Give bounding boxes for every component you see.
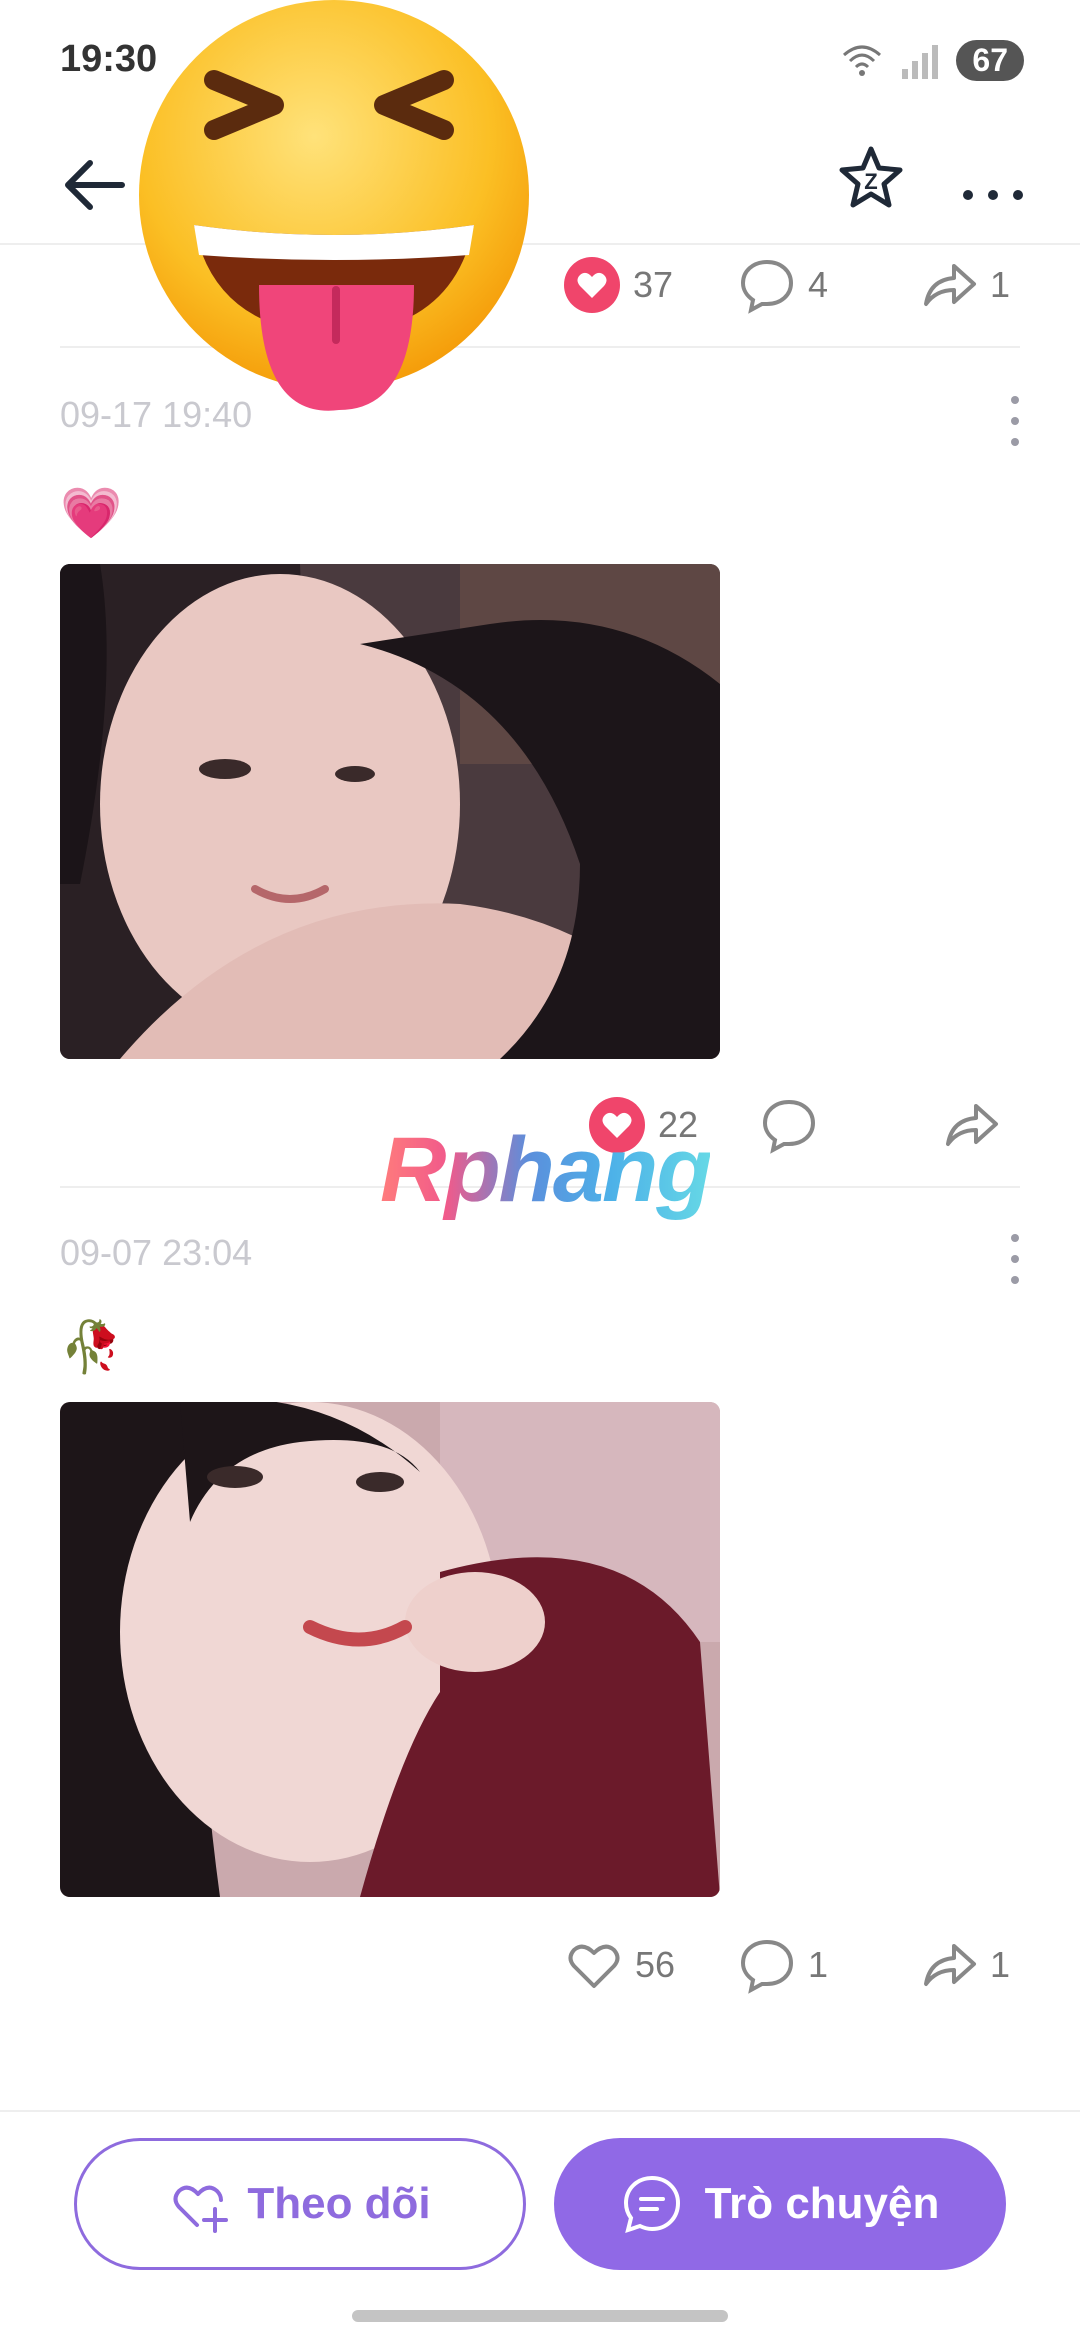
share-button[interactable]: 1 — [920, 240, 1010, 330]
follow-label: Theo dõi — [247, 2179, 431, 2228]
comment-bubble-icon — [740, 259, 794, 314]
post-photo[interactable] — [60, 1402, 720, 1897]
comment-count: 4 — [808, 264, 829, 305]
post-caption-emoji: 🥀 — [60, 1319, 123, 1375]
star-badge-text: Z — [864, 169, 877, 194]
comment-bubble-icon — [740, 1939, 794, 1994]
more-options-icon[interactable] — [958, 149, 1028, 219]
home-indicator[interactable] — [352, 2310, 728, 2322]
comment-bubble-icon — [762, 1099, 816, 1154]
signal-icon — [902, 44, 939, 79]
share-count: 1 — [990, 1944, 1011, 1985]
wifi-icon — [843, 45, 882, 76]
heart-plus-icon — [173, 2185, 229, 2233]
tongue-out-emoji-sticker — [139, 0, 529, 411]
share-button[interactable] — [942, 1080, 1000, 1170]
chat-bubble-icon — [623, 2175, 680, 2234]
bottom-action-bar: Theo dõi Trò chuyện — [0, 2110, 1080, 2340]
star-icon[interactable]: Z — [836, 143, 906, 213]
like-count: 37 — [633, 264, 674, 305]
like-count: 56 — [635, 1944, 676, 1985]
post-photo[interactable] — [60, 564, 720, 1059]
share-arrow-icon — [946, 1104, 998, 1146]
comment-button[interactable] — [760, 1080, 818, 1170]
share-count: 1 — [990, 264, 1011, 305]
status-icons: 67 — [840, 40, 1024, 81]
post-more-options[interactable] — [1000, 396, 1030, 446]
share-arrow-icon — [924, 1944, 976, 1986]
share-arrow-icon — [924, 264, 976, 306]
post-caption-emoji: 💗 — [60, 485, 123, 541]
chat-button[interactable]: Trò chuyện — [554, 2138, 1006, 2270]
heart-outline-icon — [568, 1944, 620, 1988]
battery-indicator: 67 — [956, 40, 1024, 81]
post-date: 09-07 23:04 — [60, 1232, 253, 1273]
share-button[interactable]: 1 — [920, 1920, 1010, 2010]
comment-count: 1 — [808, 1944, 829, 1985]
post-more-options[interactable] — [1000, 1234, 1030, 1284]
selfie-photo-image — [60, 564, 720, 1059]
comment-button[interactable]: 1 — [738, 1920, 828, 2010]
liked-heart-icon — [564, 257, 620, 313]
like-button[interactable]: 37 — [563, 240, 673, 330]
like-button[interactable]: 56 — [565, 1920, 675, 2010]
comment-button[interactable]: 4 — [738, 240, 828, 330]
post-actions: 56 1 1 — [0, 1920, 1080, 2010]
chat-label: Trò chuyện — [704, 2179, 940, 2228]
follow-button[interactable]: Theo dõi — [74, 2138, 526, 2270]
watermark-logo: Rphang — [380, 1119, 712, 1221]
selfie-photo-image — [60, 1402, 720, 1897]
